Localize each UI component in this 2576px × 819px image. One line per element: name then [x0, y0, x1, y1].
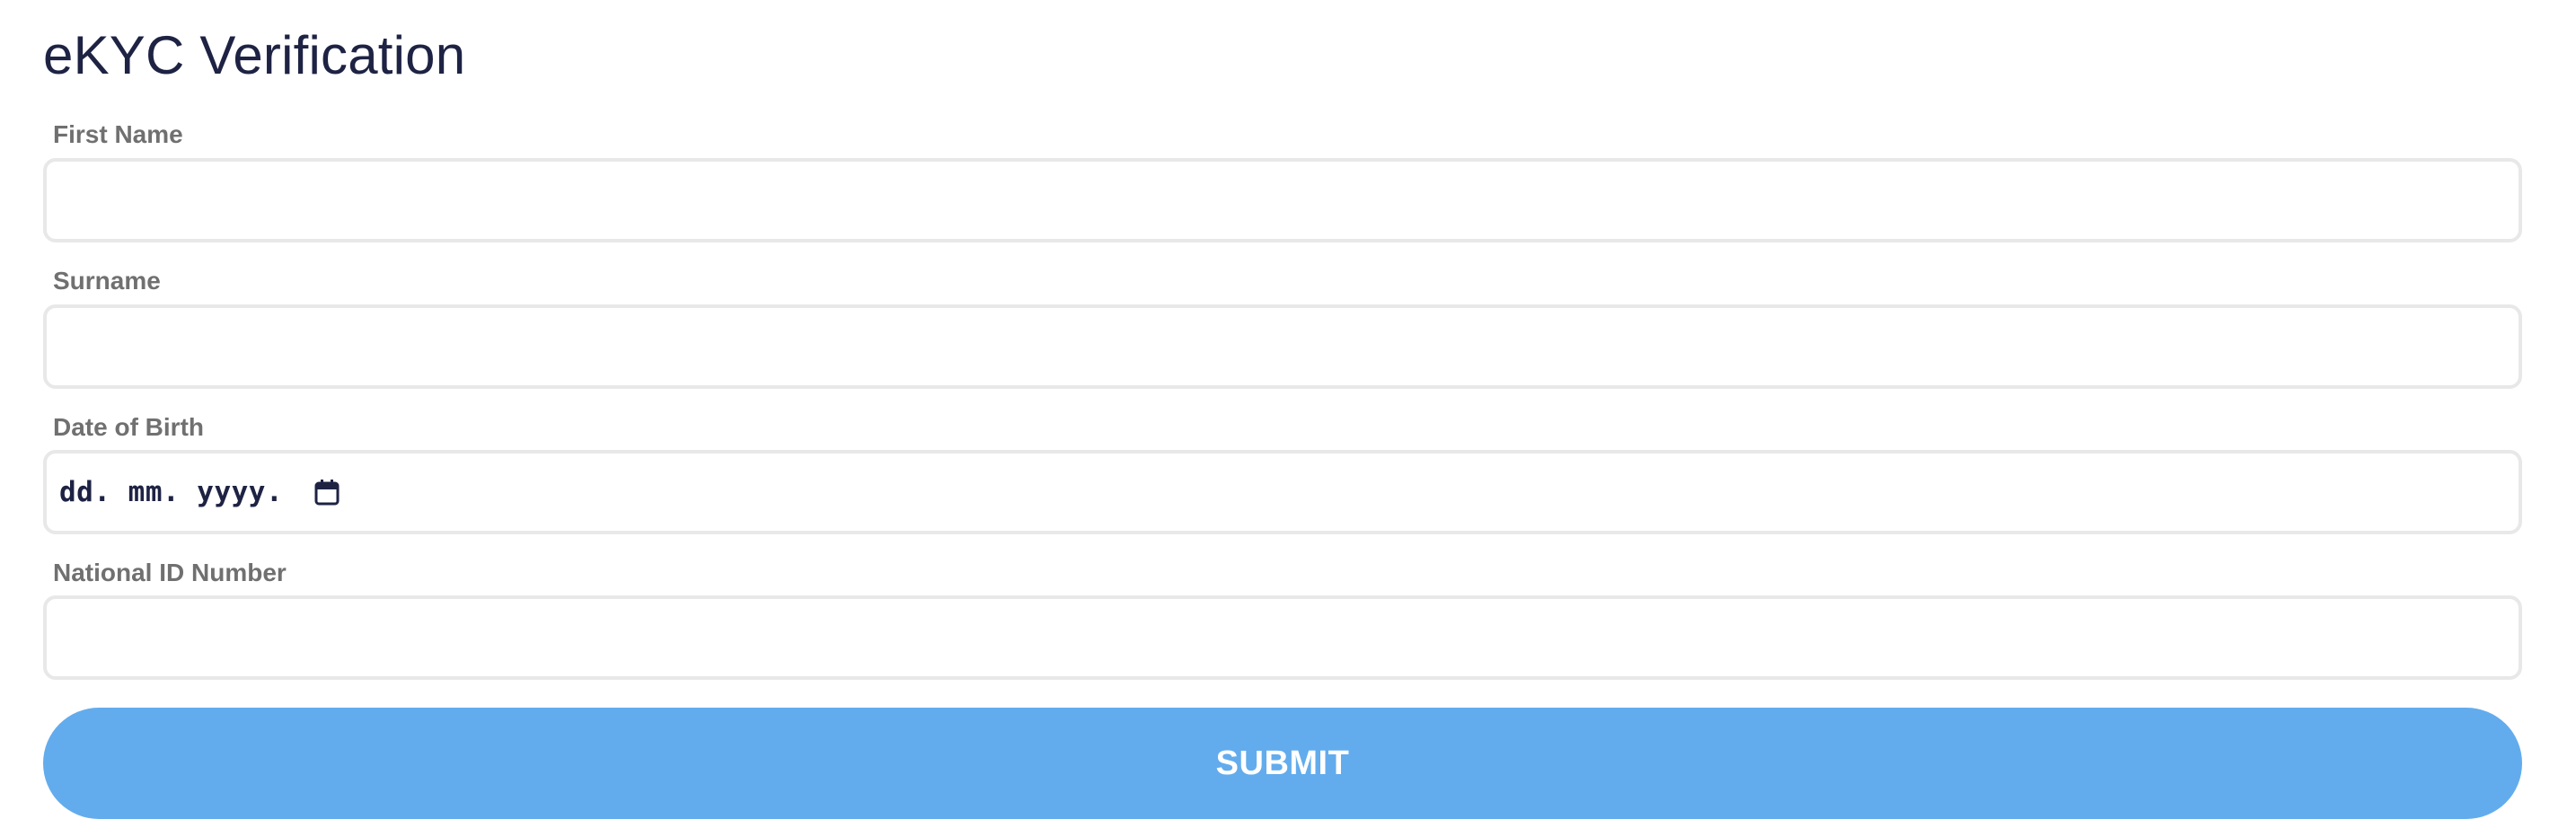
national-id-label: National ID Number [53, 559, 287, 586]
date-of-birth-input[interactable]: dd. mm. yyyy. [43, 450, 2522, 534]
date-of-birth-label: Date of Birth [53, 413, 204, 441]
first-name-input[interactable] [43, 158, 2522, 242]
submit-button[interactable]: SUBMIT [43, 708, 2522, 819]
calendar-icon[interactable] [313, 478, 340, 506]
ekyc-page: eKYC Verification First Name Surname Dat… [0, 0, 2576, 819]
surname-label: Surname [53, 267, 161, 295]
surname-input[interactable] [43, 304, 2522, 389]
national-id-input[interactable] [43, 595, 2522, 680]
date-format-text: dd. mm. yyyy. [59, 476, 284, 508]
first-name-label: First Name [53, 120, 183, 148]
page-title: eKYC Verification [43, 25, 466, 85]
